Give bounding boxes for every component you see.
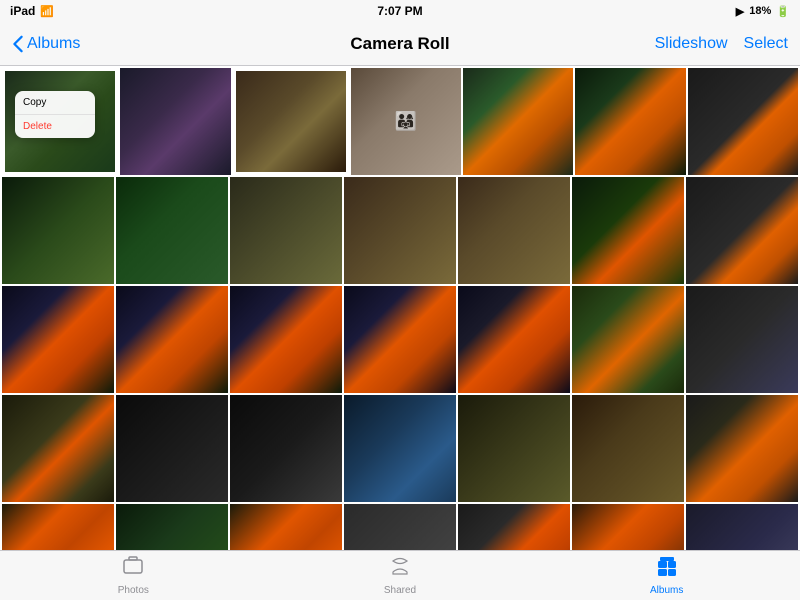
tab-photos[interactable]: Photos [0, 555, 267, 596]
grid-row-1: Copy Delete 👨‍👩‍👧 [2, 68, 798, 175]
photo-cell-31[interactable] [230, 504, 342, 550]
photo-cell-24[interactable] [230, 395, 342, 502]
context-menu-delete[interactable]: Delete [15, 115, 95, 138]
grid-row-5 [2, 504, 798, 550]
albums-icon [656, 555, 678, 583]
photo-cell-30[interactable] [116, 504, 228, 550]
photo-cell-10[interactable] [230, 177, 342, 284]
photo-cell-4[interactable]: 👨‍👩‍👧 [351, 68, 461, 175]
photo-cell-7[interactable] [688, 68, 798, 175]
tab-albums-label: Albums [650, 585, 683, 596]
slideshow-button[interactable]: Slideshow [655, 35, 728, 53]
signal-icon: ▶ [736, 5, 744, 18]
photo-cell-22[interactable] [2, 395, 114, 502]
status-left: iPad 📶 [10, 4, 54, 18]
photo-cell-11[interactable] [344, 177, 456, 284]
photo-cell-3[interactable] [233, 68, 349, 175]
photo-cell-1[interactable]: Copy Delete [2, 68, 118, 175]
grid-row-2 [2, 177, 798, 284]
photo-cell-33[interactable] [458, 504, 570, 550]
photo-cell-17[interactable] [230, 286, 342, 393]
photo-cell-14[interactable] [686, 177, 798, 284]
battery-label: 18% [749, 5, 771, 17]
nav-bar: Albums Camera Roll Slideshow Select [0, 22, 800, 66]
status-right: ▶ 18% 🔋 [736, 5, 790, 18]
photo-cell-15[interactable] [2, 286, 114, 393]
photo-cell-25[interactable] [344, 395, 456, 502]
back-button[interactable]: Albums [12, 35, 80, 53]
photo-cell-12[interactable] [458, 177, 570, 284]
nav-actions: Slideshow Select [655, 35, 788, 53]
back-label: Albums [27, 35, 80, 53]
photo-cell-16[interactable] [116, 286, 228, 393]
tab-shared-label: Shared [384, 585, 416, 596]
photo-cell-20[interactable] [572, 286, 684, 393]
photo-cell-32[interactable] [344, 504, 456, 550]
tab-photos-label: Photos [118, 585, 149, 596]
select-button[interactable]: Select [744, 35, 788, 53]
photo-cell-21[interactable] [686, 286, 798, 393]
photo-cell-23[interactable] [116, 395, 228, 502]
photo-cell-6[interactable] [575, 68, 685, 175]
photo-cell-35[interactable] [686, 504, 798, 550]
carrier-label: iPad [10, 4, 35, 18]
photo-cell-19[interactable] [458, 286, 570, 393]
grid-row-4 [2, 395, 798, 502]
photo-cell-29[interactable] [2, 504, 114, 550]
context-menu: Copy Delete [15, 91, 95, 138]
tab-albums[interactable]: Albums [533, 555, 800, 596]
context-menu-copy[interactable]: Copy [15, 91, 95, 115]
shared-icon [389, 555, 411, 583]
photos-icon [122, 555, 144, 583]
photo-grid: Copy Delete 👨‍👩‍👧 [0, 66, 800, 550]
battery-icon: 🔋 [776, 5, 790, 18]
photo-cell-8[interactable] [2, 177, 114, 284]
photo-cell-28[interactable] [686, 395, 798, 502]
photo-cell-27[interactable] [572, 395, 684, 502]
tab-bar: Photos Shared Albums [0, 550, 800, 600]
photo-cell-2[interactable] [120, 68, 230, 175]
status-time: 7:07 PM [377, 4, 422, 18]
page-title: Camera Roll [350, 34, 449, 54]
photo-cell-13[interactable] [572, 177, 684, 284]
wifi-icon: 📶 [40, 5, 54, 18]
photo-cell-9[interactable] [116, 177, 228, 284]
status-bar: iPad 📶 7:07 PM ▶ 18% 🔋 [0, 0, 800, 22]
photo-cell-18[interactable] [344, 286, 456, 393]
grid-row-3 [2, 286, 798, 393]
photo-cell-5[interactable] [463, 68, 573, 175]
photo-cell-34[interactable] [572, 504, 684, 550]
tab-shared[interactable]: Shared [267, 555, 534, 596]
photo-cell-26[interactable] [458, 395, 570, 502]
